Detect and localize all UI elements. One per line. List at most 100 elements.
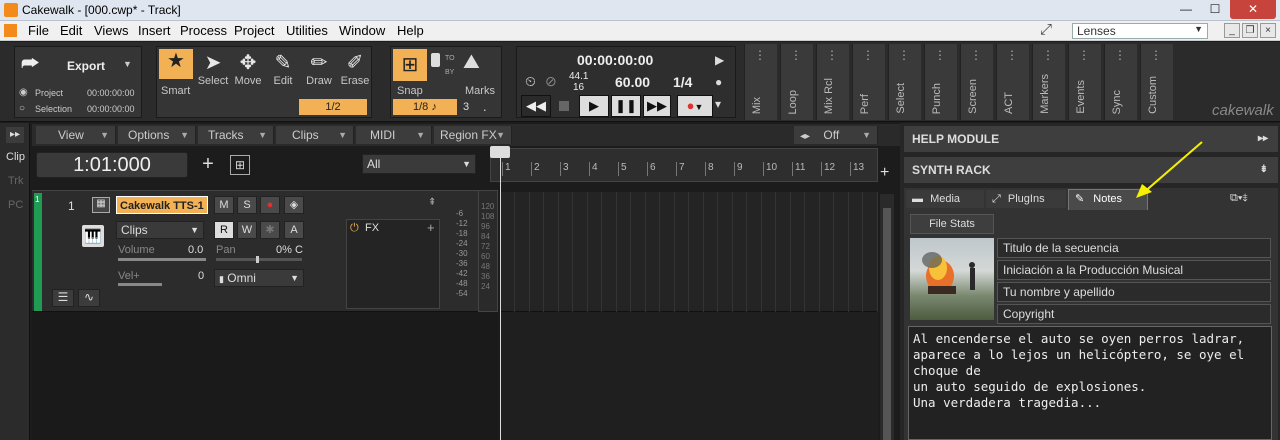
- marks-icon[interactable]: ⛰: [463, 51, 480, 74]
- play-button[interactable]: ▶: [579, 95, 609, 117]
- module-tab-sync[interactable]: ⋮ Sync: [1104, 44, 1137, 120]
- record-dot-icon[interactable]: ●: [715, 75, 722, 89]
- rewind-button[interactable]: ◀◀: [521, 95, 551, 117]
- module-tab-punch[interactable]: ⋮ Punch: [924, 44, 957, 120]
- menu-tracks[interactable]: Tracks ▼: [198, 126, 274, 144]
- menu-edit[interactable]: Edit: [60, 23, 82, 38]
- fast-forward-button[interactable]: ▶▶: [643, 95, 671, 117]
- synth-rack-header[interactable]: SYNTH RACK ⇟: [904, 157, 1278, 183]
- more-icon[interactable]: ▾: [715, 97, 721, 111]
- freeze-button[interactable]: ✱: [260, 221, 280, 239]
- module-tab-events[interactable]: ⋮ Events: [1068, 44, 1101, 120]
- play-arrow-icon[interactable]: ▶: [715, 53, 724, 67]
- radio-project[interactable]: ◉: [19, 87, 28, 98]
- subtitle-field[interactable]: Iniciación a la Producción Musical: [997, 260, 1271, 280]
- pan-slider[interactable]: [216, 256, 302, 263]
- export-dropdown-icon[interactable]: ▼: [123, 59, 132, 69]
- mdi-restore-button[interactable]: ❐: [1242, 23, 1258, 38]
- meter-value[interactable]: 1/4: [673, 74, 692, 90]
- marks-value[interactable]: 3: [463, 101, 469, 113]
- arm-button[interactable]: ●: [260, 196, 280, 214]
- pan-value[interactable]: 0% C: [276, 244, 303, 256]
- menu-views[interactable]: Views: [94, 23, 128, 38]
- module-tab-perf[interactable]: ⋮ Perf: [852, 44, 885, 120]
- move-tool-button[interactable]: ✥ Move: [230, 51, 266, 87]
- track-controls-icon[interactable]: ☰: [52, 289, 74, 307]
- maximize-button[interactable]: ☐: [1201, 0, 1229, 19]
- copyright-field[interactable]: Copyright: [997, 304, 1271, 324]
- tab-clip[interactable]: Clip: [6, 151, 25, 163]
- draw-tool-button[interactable]: ✏ Draw: [301, 51, 337, 87]
- mdi-minimize-button[interactable]: _: [1224, 23, 1240, 38]
- resize-arrows-icon[interactable]: ⤢: [1040, 21, 1052, 38]
- off-dropdown[interactable]: ◂▸ Off ▼: [794, 126, 878, 144]
- module-tab-loop[interactable]: ⋮ Loop: [780, 44, 813, 120]
- app-menu-icon[interactable]: [4, 24, 17, 37]
- pause-button[interactable]: ❚❚: [611, 95, 641, 117]
- sequence-title-field[interactable]: Titulo de la secuencia: [997, 238, 1271, 258]
- browser-options-icon[interactable]: ⧉▾⇟: [1230, 192, 1248, 205]
- add-lane-button[interactable]: +: [880, 164, 889, 182]
- add-fx-icon[interactable]: +: [427, 220, 435, 235]
- velocity-value[interactable]: 0: [198, 270, 204, 282]
- archive-button[interactable]: A: [284, 221, 304, 239]
- file-stats-button[interactable]: File Stats: [910, 214, 994, 234]
- tab-trk[interactable]: Trk: [8, 175, 23, 187]
- snap-grid-icon[interactable]: ⊞: [393, 49, 427, 81]
- read-automation-button[interactable]: R: [214, 221, 234, 239]
- export-button[interactable]: Export: [67, 59, 105, 73]
- add-folder-button[interactable]: ⊞: [230, 155, 250, 175]
- snap-value[interactable]: 1/8 ♪: [393, 99, 457, 115]
- tab-plugins[interactable]: ⤢ PlugIns: [986, 190, 1066, 208]
- module-tab-markers[interactable]: ⋮ Markers: [1032, 44, 1065, 120]
- velocity-slider[interactable]: [118, 283, 162, 286]
- lenses-dropdown[interactable]: Lenses ▼: [1072, 23, 1208, 39]
- input-echo-button[interactable]: ◈: [284, 196, 304, 214]
- scrollbar-thumb[interactable]: [883, 208, 891, 440]
- module-tab-mix[interactable]: ⋮ Mix: [744, 44, 777, 120]
- write-automation-button[interactable]: W: [237, 221, 257, 239]
- vertical-scrollbar[interactable]: [880, 194, 894, 440]
- smart-tool-button[interactable]: ★: [159, 49, 193, 79]
- menu-help[interactable]: Help: [397, 23, 424, 38]
- menu-window[interactable]: Window: [339, 23, 385, 38]
- module-tab-select[interactable]: ⋮ Select: [888, 44, 921, 120]
- edit-tool-button[interactable]: ✎ Edit: [265, 51, 301, 87]
- tab-media[interactable]: ▬ Media: [906, 190, 984, 208]
- clips-pane-empty[interactable]: [500, 312, 878, 440]
- stop-button[interactable]: [559, 101, 569, 111]
- track-filter-dropdown[interactable]: All ▼: [362, 154, 476, 174]
- tab-pc[interactable]: PC: [8, 199, 23, 211]
- notes-textarea[interactable]: Al encenderse el auto se oyen perros lad…: [908, 326, 1272, 440]
- record-button[interactable]: ●▼: [677, 95, 713, 117]
- menu-process[interactable]: Process: [180, 23, 227, 38]
- menu-region-fx[interactable]: Region FX ▼: [434, 126, 512, 144]
- menu-options[interactable]: Options ▼: [118, 126, 196, 144]
- minimize-button[interactable]: —: [1172, 0, 1200, 19]
- tempo-value[interactable]: 60.00: [615, 74, 650, 90]
- menu-midi[interactable]: MIDI ▼: [356, 126, 432, 144]
- loop-off-icon[interactable]: ⊘: [545, 73, 557, 90]
- close-button[interactable]: ✕: [1230, 0, 1276, 19]
- menu-project[interactable]: Project: [234, 23, 274, 38]
- snap-toggle[interactable]: [431, 53, 440, 67]
- automation-lanes-icon[interactable]: ∿: [78, 289, 100, 307]
- fx-bin[interactable]: ⏻ FX +: [346, 219, 440, 309]
- expand-icon[interactable]: ▸▸: [1258, 126, 1268, 152]
- menu-view[interactable]: View ▼: [36, 126, 116, 144]
- module-tab-act[interactable]: ⋮ ACT: [996, 44, 1029, 120]
- menu-utilities[interactable]: Utilities: [286, 23, 328, 38]
- add-track-button[interactable]: +: [198, 154, 218, 175]
- menu-clips[interactable]: Clips ▼: [276, 126, 354, 144]
- radio-selection[interactable]: ○: [19, 103, 25, 114]
- menu-file[interactable]: File: [28, 23, 49, 38]
- power-icon[interactable]: ⏻: [350, 222, 359, 235]
- volume-value[interactable]: 0.0: [188, 244, 203, 256]
- metronome-icon[interactable]: ⏲: [525, 73, 536, 90]
- module-tab-custom[interactable]: ⋮ Custom: [1140, 44, 1173, 120]
- track-name[interactable]: Cakewalk TTS-1: [116, 196, 208, 214]
- input-dropdown[interactable]: ▮ Omni ▼: [214, 269, 304, 287]
- menu-insert[interactable]: Insert: [138, 23, 171, 38]
- expand-inspector-button[interactable]: ▸▸: [6, 127, 24, 143]
- mute-button[interactable]: M: [214, 196, 234, 214]
